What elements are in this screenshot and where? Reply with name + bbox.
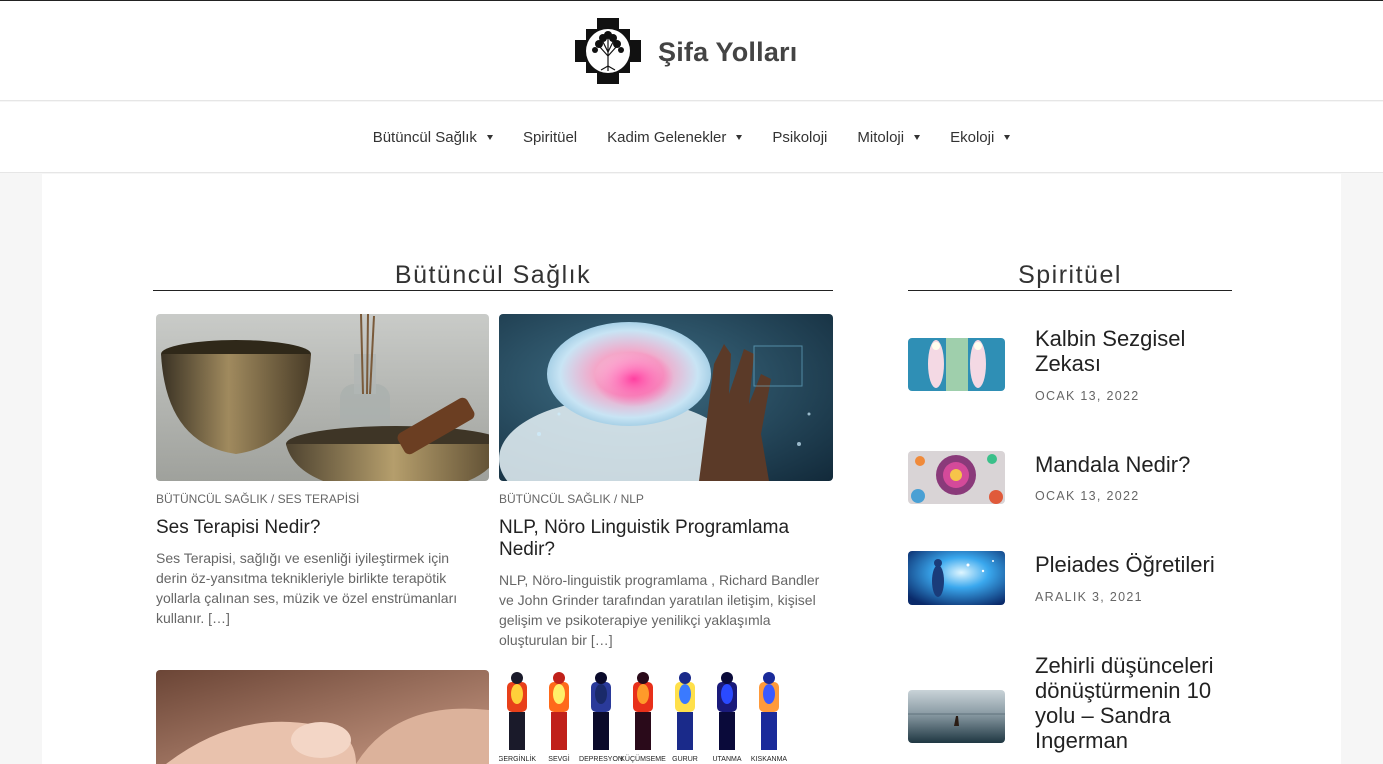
emotion-label: GURUR (672, 756, 698, 763)
main-navigation: Bütüncül Sağlık Spiritüel Kadim Gelenekl… (0, 102, 1383, 173)
sidebar-post-image[interactable] (908, 338, 1005, 391)
post-title[interactable]: NLP, Nöro Linguistik Programlama Nedir? (499, 517, 833, 561)
section-title-spirituel[interactable]: Spiritüel (908, 261, 1232, 290)
nav-item-psikoloji[interactable]: Psikoloji (772, 129, 827, 146)
post-excerpt: NLP, Nöro-linguistik programlama , Richa… (499, 572, 820, 648)
sidebar-post-title[interactable]: Kalbin Sezgisel Zekası (1035, 326, 1235, 376)
post-image-massage[interactable] (156, 670, 489, 764)
post-category[interactable]: BÜTÜNCÜL SAĞLIK / NLP (499, 492, 644, 506)
nav-item-spirituel[interactable]: Spiritüel (523, 129, 577, 146)
nav-item-mitoloji[interactable]: Mitoloji (857, 128, 921, 146)
emotion-figure: KÜÇÜMSEME (620, 672, 666, 763)
emotion-figure: DEPRESYON (579, 672, 623, 763)
nav-item-butuncul-saglik[interactable]: Bütüncül Sağlık (373, 129, 493, 146)
nav-item-label: Spiritüel (522, 128, 578, 146)
nav-item-ekoloji[interactable]: Ekoloji (950, 128, 1011, 146)
emotion-figure: GERGİNLİK (499, 672, 536, 763)
emotion-label: KISKANMA (751, 756, 788, 763)
nav-item-label: Ekoloji (950, 128, 995, 146)
post-excerpt: Ses Terapisi, sağlığı ve esenliği iyileş… (156, 550, 458, 626)
post-image-brain[interactable] (499, 314, 833, 481)
caret-down-icon (486, 134, 493, 140)
nav-item-kadim-gelenekler[interactable]: Kadim Gelenekler (607, 128, 743, 146)
section-title-butuncul-saglik[interactable]: Bütüncül Sağlık (153, 261, 833, 290)
sidebar-post-image[interactable] (908, 551, 1005, 605)
emotion-label: DEPRESYON (579, 756, 623, 763)
sidebar-post-image[interactable] (908, 690, 1005, 743)
emotion-label: KÜÇÜMSEME (620, 755, 666, 763)
sidebar-post-title[interactable]: Mandala Nedir? (1035, 452, 1235, 477)
post-title[interactable]: Ses Terapisi Nedir? (156, 517, 489, 539)
section-divider (153, 290, 833, 291)
sidebar-post-date: ARALIK 3, 2021 (1035, 590, 1143, 604)
emotion-label: GERGİNLİK (499, 754, 536, 763)
sidebar-post-date: OCAK 13, 2022 (1035, 489, 1140, 503)
nav-item-label: Bütüncül Sağlık (372, 128, 477, 146)
site-header: Şifa Yolları (0, 1, 1383, 101)
emotion-label: SEVGİ (548, 754, 569, 763)
emotion-figure: SEVGİ (548, 672, 570, 763)
nav-item-label: Kadim Gelenekler (607, 128, 727, 146)
site-title[interactable]: Şifa Yolları (658, 37, 797, 68)
caret-down-icon (736, 134, 743, 140)
section-divider (908, 290, 1232, 291)
caret-down-icon (914, 134, 921, 140)
emotion-figure: KISKANMA (751, 672, 788, 763)
nav-item-label: Mitoloji (857, 128, 905, 146)
sidebar-post-image[interactable] (908, 451, 1005, 504)
emotion-figure: UTANMA (712, 672, 742, 763)
emotion-figure: GURUR (672, 672, 698, 763)
sidebar-post-title[interactable]: Zehirli düşünceleri dönüştürmenin 10 yol… (1035, 653, 1245, 753)
tree-of-life-logo-icon[interactable] (575, 18, 641, 84)
post-image-singing-bowls[interactable] (156, 314, 489, 481)
sidebar-post-date: OCAK 13, 2022 (1035, 389, 1140, 403)
nav-item-label: Psikoloji (772, 128, 828, 146)
emotion-label: UTANMA (712, 756, 741, 763)
post-image-emotion-body-map[interactable]: GERGİNLİK SEVGİ DEPRESYON KÜÇÜMSEME GURUR UTA… (499, 670, 833, 764)
post-category[interactable]: BÜTÜNCÜL SAĞLIK / SES TERAPİSİ (156, 492, 359, 506)
sidebar-post-title[interactable]: Pleiades Öğretileri (1035, 552, 1235, 577)
caret-down-icon (1004, 134, 1011, 140)
